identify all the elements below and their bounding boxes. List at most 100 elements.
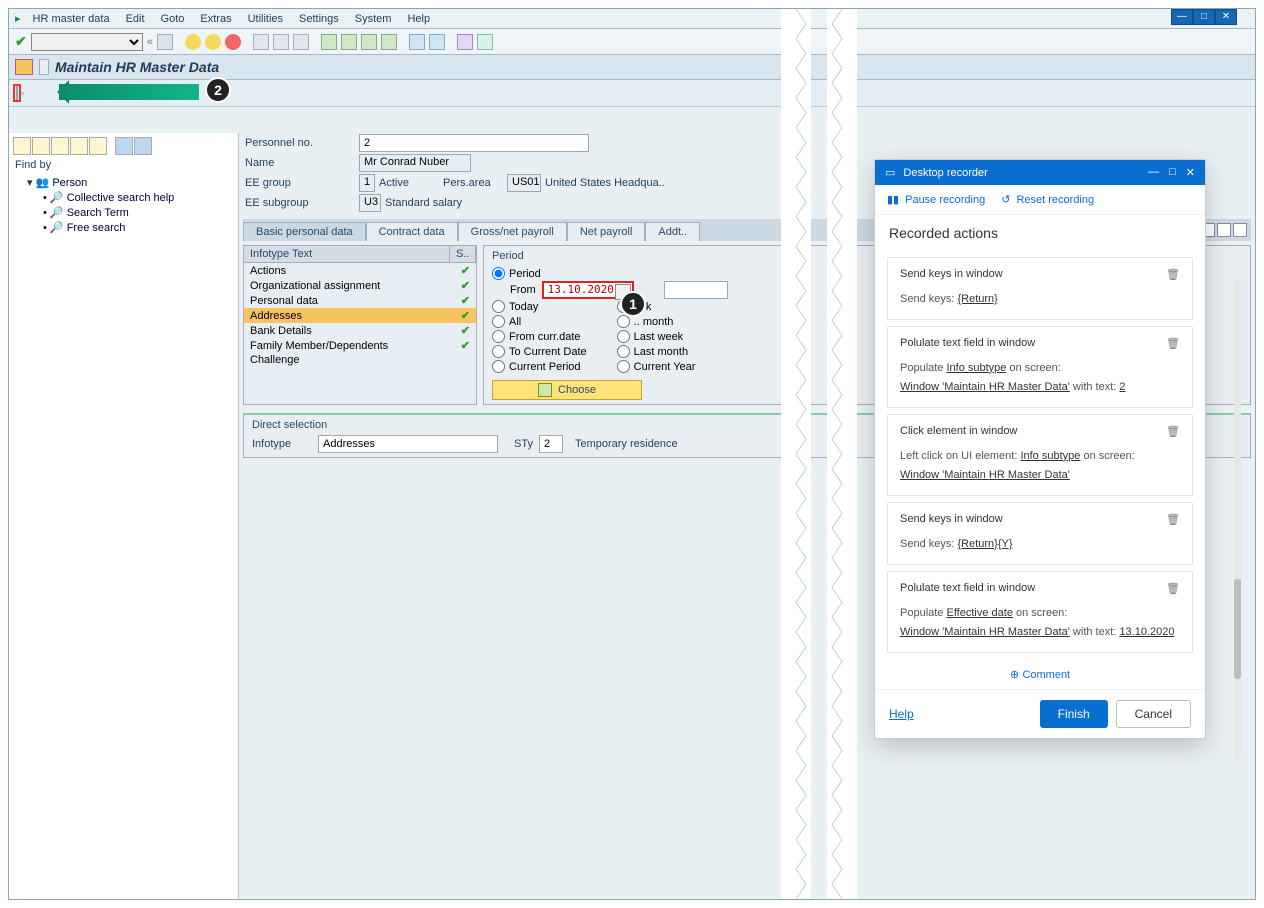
pause-recording-button[interactable]: ▮▮Pause recording bbox=[887, 193, 985, 206]
list-row-bank[interactable]: Bank Details✔ bbox=[244, 323, 476, 338]
toolbar-main: ✔ « bbox=[9, 29, 1255, 55]
sendkeys-value[interactable]: {Return} bbox=[957, 293, 997, 305]
create-icon[interactable]: ▫ bbox=[16, 86, 18, 100]
tab-addt[interactable]: Addt.. bbox=[645, 222, 700, 241]
recorder-app-icon: ▭ bbox=[885, 166, 895, 179]
menu-extras[interactable]: Extras bbox=[192, 11, 239, 27]
tree-person[interactable]: ▾ 👥 Person bbox=[15, 175, 232, 190]
sty-input[interactable] bbox=[539, 435, 563, 453]
find-icon[interactable] bbox=[273, 34, 289, 50]
plus-icon: ⊕ bbox=[1010, 669, 1019, 681]
list-row-challenge[interactable]: Challenge bbox=[244, 353, 476, 367]
tab-list-icon[interactable] bbox=[1233, 223, 1247, 237]
save-icon[interactable] bbox=[157, 34, 173, 50]
enter-icon[interactable]: ✔ bbox=[15, 33, 27, 50]
prev-icon[interactable] bbox=[341, 34, 357, 50]
shortcut-icon[interactable] bbox=[429, 34, 445, 50]
list-row-org[interactable]: Organizational assignment✔ bbox=[244, 278, 476, 293]
tab-contract[interactable]: Contract data bbox=[366, 222, 458, 241]
title-icon2 bbox=[39, 59, 49, 75]
newwindow-icon[interactable] bbox=[409, 34, 425, 50]
eegrp-code: 1 bbox=[359, 174, 375, 192]
nav-up-icon[interactable] bbox=[115, 137, 133, 155]
tab-gross[interactable]: Gross/net payroll bbox=[458, 222, 567, 241]
card-title: Send keys in window bbox=[900, 513, 1003, 526]
radio-tocurr[interactable]: To Current Date bbox=[492, 344, 587, 359]
menu-help[interactable]: Help bbox=[399, 11, 438, 27]
custom-icon[interactable] bbox=[477, 34, 493, 50]
print-icon[interactable] bbox=[253, 34, 269, 50]
menu-goto[interactable]: Goto bbox=[153, 11, 193, 27]
from-date-input[interactable]: 13.10.2020 bbox=[542, 281, 634, 299]
tree-freesearch[interactable]: • 🔎 Free search bbox=[15, 220, 232, 235]
badge-1: 1 bbox=[620, 291, 646, 317]
radio-lastweek[interactable]: Last week bbox=[617, 329, 696, 344]
nav-buttons bbox=[11, 135, 236, 157]
help-icon[interactable] bbox=[457, 34, 473, 50]
radio-currper[interactable]: Current Period bbox=[492, 359, 587, 374]
radio-all[interactable]: All bbox=[492, 314, 587, 329]
first-icon[interactable] bbox=[321, 34, 337, 50]
delete-icon[interactable]: 🗑 bbox=[1166, 425, 1180, 438]
title-icon1 bbox=[15, 59, 33, 75]
list-row-addresses[interactable]: Addresses✔ bbox=[244, 308, 476, 323]
choose-button[interactable]: Choose bbox=[492, 380, 642, 400]
tab-net[interactable]: Net payroll bbox=[567, 222, 646, 241]
nav-fav3-icon[interactable] bbox=[89, 137, 107, 155]
nav-fav1-icon[interactable] bbox=[51, 137, 69, 155]
command-field[interactable] bbox=[31, 33, 143, 51]
tree-searchterm[interactable]: • 🔎 Search Term bbox=[15, 205, 232, 220]
infotype-label: Infotype bbox=[252, 438, 312, 450]
radio-fromcurr[interactable]: From curr.date bbox=[492, 329, 587, 344]
app-window: —□✕ ▸ HR master data Edit Goto Extras Ut… bbox=[8, 8, 1256, 900]
recorder-close-icon[interactable]: ✕ bbox=[1186, 166, 1195, 179]
to-date-input[interactable] bbox=[664, 281, 728, 299]
radio-curryear[interactable]: Current Year bbox=[617, 359, 696, 374]
scrollbar-thumb[interactable] bbox=[1234, 579, 1241, 679]
nav-fav2-icon[interactable] bbox=[70, 137, 88, 155]
tree-collective[interactable]: • 🔎 Collective search help bbox=[15, 190, 232, 205]
last-icon[interactable] bbox=[381, 34, 397, 50]
nav-prev-icon[interactable] bbox=[13, 137, 31, 155]
tab-basic[interactable]: Basic personal data bbox=[243, 222, 366, 241]
menu-settings[interactable]: Settings bbox=[291, 11, 347, 27]
list-h2: S.. bbox=[450, 246, 476, 262]
pause-icon: ▮▮ bbox=[887, 193, 899, 206]
finish-button[interactable]: Finish bbox=[1040, 700, 1108, 728]
menu-system[interactable]: System bbox=[347, 11, 400, 27]
back-icon[interactable] bbox=[185, 34, 201, 50]
radio-lastmonth[interactable]: Last month bbox=[617, 344, 696, 359]
recorder-min-icon[interactable]: — bbox=[1148, 166, 1159, 179]
reset-recording-button[interactable]: ↺Reset recording bbox=[1001, 193, 1094, 206]
infotype-input[interactable] bbox=[318, 435, 498, 453]
radio-today[interactable]: Today bbox=[492, 299, 587, 314]
cancel-icon[interactable] bbox=[225, 34, 241, 50]
nav-next-icon[interactable] bbox=[32, 137, 50, 155]
list-row-empty bbox=[244, 367, 476, 383]
cancel-button[interactable]: Cancel bbox=[1116, 700, 1191, 728]
menu-utilities[interactable]: Utilities bbox=[240, 11, 291, 27]
window-controls[interactable]: —□✕ bbox=[1171, 9, 1237, 25]
findnext-icon[interactable] bbox=[293, 34, 309, 50]
recorder-scrollbar[interactable] bbox=[1234, 279, 1241, 759]
exit-icon[interactable] bbox=[205, 34, 221, 50]
help-link[interactable]: Help bbox=[889, 707, 914, 721]
list-row-actions[interactable]: Actions✔ bbox=[244, 263, 476, 278]
badge-2: 2 bbox=[205, 77, 231, 103]
tab-right-icon[interactable] bbox=[1217, 223, 1231, 237]
delete-icon[interactable]: 🗑 bbox=[1166, 337, 1180, 350]
delete-icon[interactable]: 🗑 bbox=[1166, 582, 1180, 595]
delete-icon[interactable]: 🗑 bbox=[1166, 268, 1180, 281]
recorder-max-icon[interactable]: □ bbox=[1169, 166, 1176, 179]
menu-edit[interactable]: Edit bbox=[118, 11, 153, 27]
list-row-personal[interactable]: Personal data✔ bbox=[244, 293, 476, 308]
nav-down-icon[interactable] bbox=[134, 137, 152, 155]
list-row-family[interactable]: Family Member/Dependents✔ bbox=[244, 338, 476, 353]
menu-hr[interactable]: HR master data bbox=[25, 11, 118, 27]
delete-icon[interactable]: 🗑 bbox=[1166, 513, 1180, 526]
personno-input[interactable] bbox=[359, 134, 589, 152]
toolbar-secondary: ▫ 2 bbox=[9, 80, 1255, 107]
next-icon[interactable] bbox=[361, 34, 377, 50]
choose-icon bbox=[538, 383, 552, 397]
add-comment-button[interactable]: ⊕ Comment bbox=[875, 659, 1205, 689]
